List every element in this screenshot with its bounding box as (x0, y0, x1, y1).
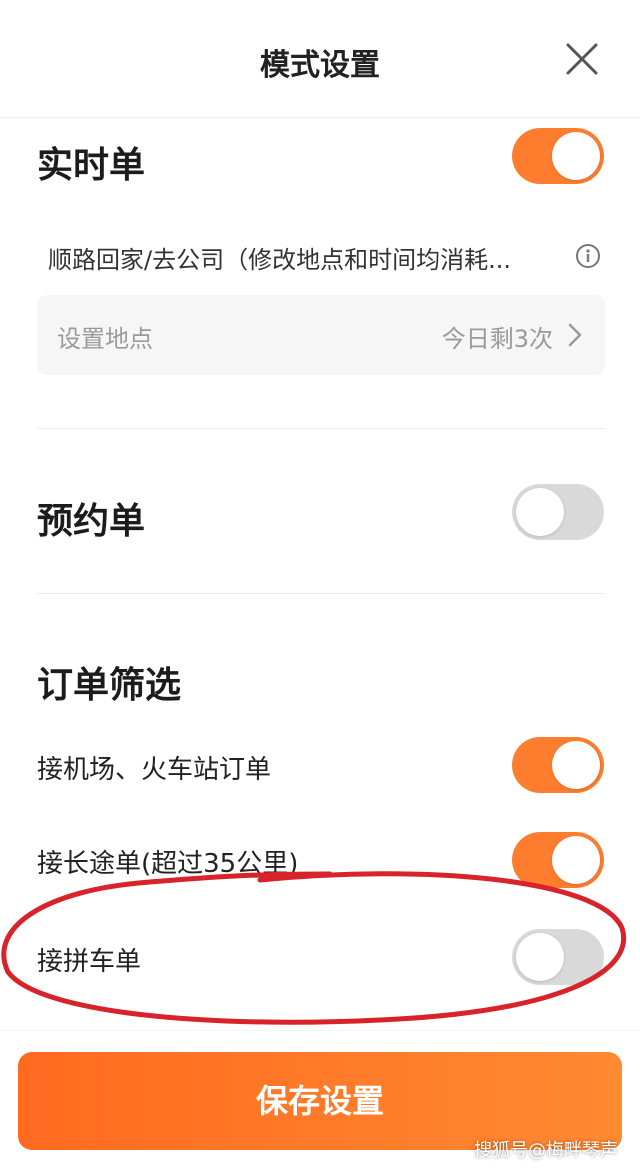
toggle-knob (516, 933, 564, 981)
section-title-filter: 订单筛选 (37, 665, 182, 706)
footer-divider (0, 1030, 640, 1031)
divider (37, 593, 605, 594)
info-icon[interactable] (575, 243, 601, 269)
filter-long-distance-toggle[interactable] (512, 832, 604, 888)
filter-carpool-label: 接拼车单 (37, 947, 142, 977)
filter-long-distance-label: 接长途单(超过35公里) (37, 849, 299, 879)
page-title: 模式设置 (260, 48, 380, 83)
filter-airport-label: 接机场、火车站订单 (37, 755, 272, 785)
close-icon[interactable] (563, 40, 601, 78)
toggle-knob (552, 741, 600, 789)
section-title-reservation: 预约单 (37, 501, 146, 542)
filter-airport-toggle[interactable] (512, 737, 604, 793)
reservation-toggle[interactable] (512, 484, 604, 540)
chevron-right-icon (568, 323, 582, 347)
toggle-knob (552, 836, 600, 884)
section-title-realtime: 实时单 (37, 145, 146, 186)
location-label: 设置地点 (57, 325, 153, 353)
watermark: 搜狐号@梅畔琴声 (474, 1140, 618, 1161)
header: 模式设置 (0, 0, 640, 118)
set-location-row[interactable]: 设置地点 今日剩3次 (37, 295, 605, 375)
divider (37, 428, 605, 429)
toggle-knob (552, 132, 600, 180)
route-mode-text: 顺路回家/去公司（修改地点和时间均消耗... (48, 246, 511, 274)
filter-carpool-toggle[interactable] (512, 929, 604, 985)
location-remaining-count: 今日剩3次 (441, 325, 553, 353)
toggle-knob (516, 488, 564, 536)
realtime-toggle[interactable] (512, 128, 604, 184)
